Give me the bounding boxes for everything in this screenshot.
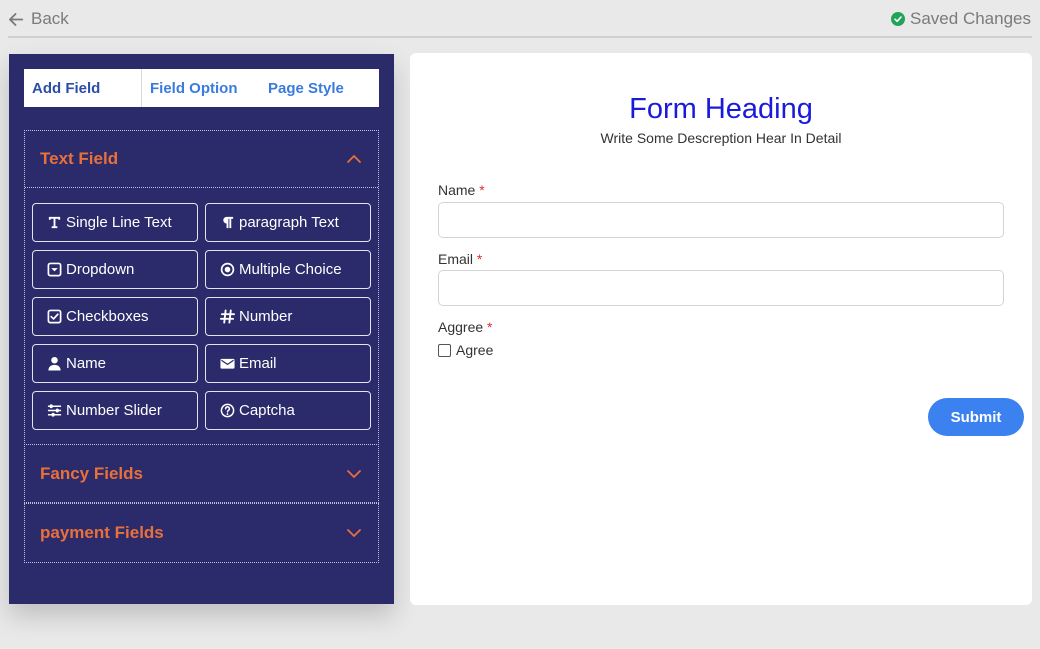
button-label: Email — [239, 355, 277, 372]
top-bar: Back Saved Changes — [0, 0, 1040, 38]
submit-button[interactable]: Submit — [928, 398, 1024, 436]
radio-icon — [220, 262, 235, 277]
sidebar-tabs: Add Field Field Option Page Style — [24, 69, 379, 107]
number-button[interactable]: Number — [205, 297, 371, 336]
button-label: Captcha — [239, 402, 295, 419]
divider — [8, 36, 1032, 38]
section-payment-fields: payment Fields — [24, 503, 379, 563]
text-field-buttons: Single Line Text paragraph Text Dropdown… — [25, 187, 378, 444]
multiple-choice-button[interactable]: Multiple Choice — [205, 250, 371, 289]
form-preview: Form Heading Write Some Descreption Hear… — [410, 53, 1032, 605]
tab-field-option[interactable]: Field Option — [142, 69, 260, 107]
captcha-button[interactable]: Captcha — [205, 391, 371, 430]
button-label: paragraph Text — [239, 214, 339, 231]
checkboxes-button[interactable]: Checkboxes — [32, 297, 198, 336]
checkbox-icon — [47, 309, 62, 324]
form-heading: Form Heading — [629, 93, 813, 125]
email-input[interactable] — [438, 270, 1004, 306]
button-label: Dropdown — [66, 261, 135, 278]
button-label: Name — [66, 355, 107, 372]
aggree-field-label: Aggree * — [438, 319, 493, 335]
section-title: payment Fields — [40, 523, 164, 542]
button-label: Number — [239, 308, 293, 325]
arrow-left-icon — [9, 12, 24, 26]
section-title: Text Field — [40, 149, 119, 168]
section-text-field-header[interactable]: Text Field — [25, 131, 378, 187]
paragraph-icon — [223, 216, 234, 229]
section-text-field: Text Field Single Line Text paragraph Te… — [24, 130, 379, 445]
email-button[interactable]: Email — [205, 344, 371, 383]
tab-add-field[interactable]: Add Field — [24, 69, 142, 107]
required-mark: * — [487, 319, 493, 335]
label-text: Aggree — [438, 319, 484, 335]
saved-label: Saved Changes — [910, 9, 1031, 28]
button-label: Number Slider — [66, 402, 162, 419]
required-mark: * — [479, 182, 485, 198]
section-fancy-fields-header[interactable]: Fancy Fields — [25, 446, 378, 502]
dropdown-icon — [47, 262, 62, 277]
hash-icon — [220, 309, 235, 324]
name-input[interactable] — [438, 202, 1004, 238]
paragraph-text-button[interactable]: paragraph Text — [205, 203, 371, 242]
back-label: Back — [31, 9, 69, 28]
label-text: Name — [438, 182, 476, 198]
dropdown-button[interactable]: Dropdown — [32, 250, 198, 289]
number-slider-button[interactable]: Number Slider — [32, 391, 198, 430]
tab-page-style[interactable]: Page Style — [260, 69, 344, 107]
saved-status: Saved Changes — [891, 9, 1031, 29]
text-cursor-icon — [48, 216, 61, 229]
section-title: Fancy Fields — [40, 464, 143, 483]
section-fancy-fields: Fancy Fields — [24, 446, 379, 503]
required-mark: * — [476, 251, 483, 267]
question-circle-icon — [220, 403, 235, 418]
button-label: Single Line Text — [66, 214, 172, 231]
button-label: Multiple Choice — [239, 261, 342, 278]
button-label: Checkboxes — [66, 308, 149, 325]
chevron-down-icon — [347, 529, 361, 537]
email-field-label: Email * — [438, 251, 482, 267]
sliders-icon — [47, 404, 62, 417]
name-button[interactable]: Name — [32, 344, 198, 383]
agree-checkbox-row: Agree — [438, 342, 493, 358]
envelope-icon — [220, 358, 235, 369]
check-circle-icon — [891, 12, 906, 26]
single-line-text-button[interactable]: Single Line Text — [32, 203, 198, 242]
name-field-label: Name * — [438, 182, 485, 198]
agree-checkbox[interactable] — [438, 343, 451, 357]
back-button[interactable]: Back — [7, 9, 69, 29]
agree-checkbox-label[interactable]: Agree — [456, 342, 493, 358]
chevron-up-icon — [347, 155, 361, 163]
form-description: Write Some Descreption Hear In Detail — [600, 130, 842, 146]
user-icon — [48, 356, 61, 371]
builder-sidebar: Add Field Field Option Page Style Text F… — [9, 54, 394, 604]
label-text: Email — [438, 251, 474, 267]
section-payment-fields-header[interactable]: payment Fields — [25, 504, 378, 562]
chevron-down-icon — [347, 470, 361, 478]
